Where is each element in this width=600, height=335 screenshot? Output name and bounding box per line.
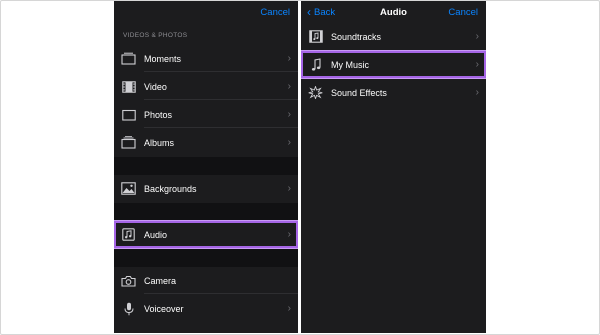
music-note-icon — [121, 227, 136, 242]
menu-item-moments[interactable]: Moments › — [114, 45, 298, 72]
section-header: VIDEOS & PHOTOS — [123, 32, 188, 39]
backgrounds-icon — [121, 181, 136, 196]
menu-item-label: Video — [144, 81, 167, 92]
chevron-right-icon: › — [287, 183, 291, 194]
menu-item-label: Voiceover — [144, 303, 184, 314]
section-gap — [114, 157, 298, 175]
chevron-right-icon: › — [287, 109, 291, 120]
menu-item-label: Audio — [144, 229, 168, 240]
cancel-button[interactable]: Cancel — [448, 7, 478, 18]
section-gap — [114, 249, 298, 267]
chevron-right-icon: › — [475, 31, 479, 42]
menu-item-label: Albums — [144, 137, 175, 148]
chevron-right-icon: › — [287, 81, 291, 92]
music-note-icon — [308, 57, 323, 72]
divider — [144, 293, 298, 294]
image-frame — [0, 0, 600, 335]
menu-item-camera[interactable]: Camera — [114, 267, 298, 294]
photo-icon — [121, 107, 136, 122]
menu-item-my-music[interactable]: My Music › — [301, 51, 486, 78]
menu-item-video[interactable]: Video › — [114, 73, 298, 100]
menu-item-soundtracks[interactable]: Soundtracks › — [301, 23, 486, 50]
audio-panel: ‹ Back Audio Cancel Soundtracks › My Mus… — [301, 1, 486, 333]
cancel-button[interactable]: Cancel — [260, 7, 290, 18]
menu-item-sound-effects[interactable]: Sound Effects › — [301, 79, 486, 106]
divider — [144, 127, 298, 128]
chevron-right-icon: › — [287, 137, 291, 148]
menu-item-label: Soundtracks — [331, 31, 382, 42]
chevron-right-icon: › — [287, 303, 291, 314]
media-browser-panel: Cancel VIDEOS & PHOTOS Moments › Video ›… — [114, 1, 298, 333]
moments-icon — [121, 51, 136, 66]
chevron-right-icon: › — [287, 53, 291, 64]
microphone-icon — [121, 301, 136, 316]
menu-item-label: Camera — [144, 275, 177, 286]
navigation-bar: ‹ Back Audio Cancel — [301, 1, 486, 23]
menu-item-label: Sound Effects — [331, 87, 387, 98]
menu-item-voiceover[interactable]: Voiceover › — [114, 295, 298, 322]
menu-item-audio[interactable]: Audio › — [114, 221, 298, 248]
camera-icon — [121, 273, 136, 288]
menu-item-label: Backgrounds — [144, 183, 197, 194]
section-gap — [114, 203, 298, 221]
menu-item-label: My Music — [331, 59, 369, 70]
menu-item-albums[interactable]: Albums › — [114, 129, 298, 156]
divider — [144, 99, 298, 100]
film-icon — [121, 79, 136, 94]
chevron-right-icon: › — [475, 59, 479, 70]
divider — [144, 71, 298, 72]
albums-icon — [121, 135, 136, 150]
soundtracks-icon — [308, 29, 323, 44]
menu-item-photos[interactable]: Photos › — [114, 101, 298, 128]
chevron-right-icon: › — [475, 87, 479, 98]
menu-item-label: Photos — [144, 109, 173, 120]
menu-item-label: Moments — [144, 53, 182, 64]
chevron-right-icon: › — [287, 229, 291, 240]
menu-item-backgrounds[interactable]: Backgrounds › — [114, 175, 298, 202]
navigation-bar: Cancel — [114, 1, 298, 23]
sound-effects-icon — [308, 85, 323, 100]
